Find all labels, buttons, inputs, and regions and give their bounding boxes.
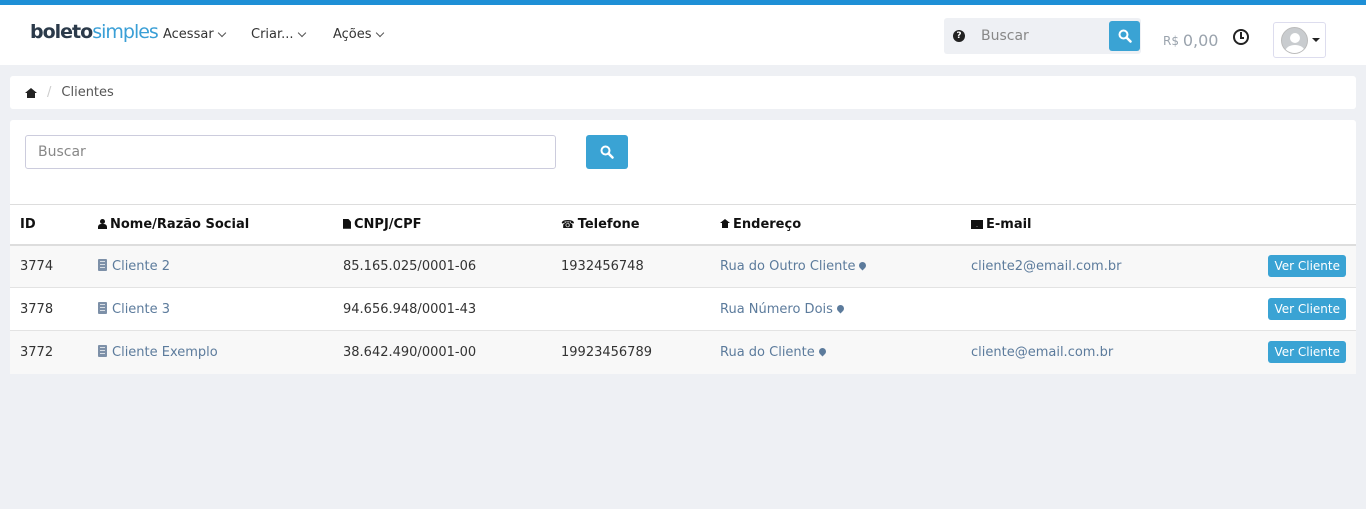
chevron-down-icon — [375, 28, 384, 37]
col-id[interactable]: ID — [10, 204, 88, 246]
cell-phone: 19923456789 — [561, 344, 652, 360]
avatar — [1281, 26, 1308, 54]
col-actions — [1211, 204, 1356, 246]
cell-id: 3774 — [10, 244, 88, 288]
cell-address[interactable]: Rua Número Dois — [710, 287, 961, 331]
menu-label: Criar... — [251, 27, 294, 42]
cell-actions: Ver Cliente — [1211, 287, 1356, 331]
document-icon — [343, 218, 351, 229]
breadcrumb: / Clientes — [10, 76, 1356, 109]
col-name[interactable]: Nome/Razão Social — [88, 204, 333, 246]
balance-amount: 0,00 — [1182, 31, 1219, 50]
chevron-down-icon — [217, 28, 226, 37]
nav-search: ? — [944, 18, 1141, 54]
cell-name[interactable]: Cliente 3 — [88, 287, 333, 331]
logo[interactable]: boletosimples — [30, 21, 159, 43]
cell-document: 38.642.490/0001-00 — [343, 344, 477, 360]
cell-address[interactable]: Rua do Outro Cliente — [710, 244, 961, 288]
menu-label: Ações — [333, 27, 372, 42]
clients-table: ID Nome/Razão Social CNPJ/CPF ☎ Telefone … — [10, 204, 1356, 374]
menu-acessar[interactable]: Acessar — [163, 27, 226, 42]
cell-actions: Ver Cliente — [1211, 244, 1356, 288]
address-link[interactable]: Rua do Cliente — [720, 345, 815, 360]
cell-phone: 1932456748 — [551, 244, 710, 288]
clients-panel: ID Nome/Razão Social CNPJ/CPF ☎Telefone … — [10, 120, 1356, 374]
cell-email[interactable]: cliente@email.com.br — [961, 331, 1211, 374]
menu-label: Acessar — [163, 27, 214, 42]
breadcrumb-current: Clientes — [61, 85, 114, 100]
table-header-row: ID Nome/Razão Social CNPJ/CPF ☎ Telefone … — [10, 204, 1356, 246]
cell-name[interactable]: Cliente 2 — [88, 244, 333, 288]
cell-name[interactable]: Cliente Exemplo — [88, 331, 333, 374]
breadcrumb-separator: / — [47, 85, 52, 100]
col-address[interactable]: Endereço — [710, 204, 961, 246]
menu-acoes[interactable]: Ações — [333, 27, 384, 42]
table-row: 3774 Cliente 2 85.165.025/0001-06 193245… — [10, 244, 1356, 288]
map-marker-icon — [858, 260, 868, 271]
client-link[interactable]: Cliente 3 — [112, 302, 170, 317]
view-client-button[interactable]: Ver Cliente — [1268, 341, 1346, 364]
user-icon — [98, 218, 107, 229]
home-icon — [720, 218, 730, 229]
col-document[interactable]: CNPJ/CPF — [333, 204, 551, 246]
balance-currency: R$ — [1163, 34, 1179, 48]
clock-icon[interactable] — [1233, 29, 1249, 45]
table-row: 3778 Cliente 3 94.656.948/0001-43 Rua Nú… — [10, 287, 1356, 331]
caret-down-icon — [1312, 38, 1320, 42]
nav-search-input[interactable] — [981, 28, 1101, 44]
map-marker-icon — [835, 303, 846, 313]
phone-icon: ☎ — [561, 217, 575, 231]
table-row: 3772 Cliente Exemplo 38.642.490/0001-00 … — [10, 330, 1356, 374]
view-client-button[interactable]: Ver Cliente — [1268, 298, 1346, 320]
chevron-down-icon — [297, 28, 306, 37]
help-icon[interactable]: ? — [953, 30, 965, 42]
cell-phone — [551, 287, 710, 331]
cell-email[interactable]: cliente2@email.com.br — [961, 244, 1211, 288]
cell-document: 85.165.025/0001-06 — [333, 244, 551, 288]
cell-id: 3778 — [10, 287, 88, 331]
client-link[interactable]: Cliente Exemplo — [112, 345, 218, 360]
clients-search-input[interactable] — [25, 135, 556, 169]
cell-email[interactable] — [961, 287, 1211, 331]
nav-search-button[interactable] — [1109, 21, 1140, 51]
search-icon — [600, 145, 614, 159]
account-balance[interactable]: R$ 0,00 — [1163, 30, 1219, 50]
client-link[interactable]: Cliente 2 — [112, 259, 170, 274]
search-icon — [1118, 29, 1132, 43]
building-icon — [98, 259, 107, 272]
col-phone[interactable]: ☎ Telefone — [551, 204, 710, 246]
address-link[interactable]: Rua Número Dois — [720, 302, 833, 317]
map-marker-icon — [817, 346, 828, 357]
col-email[interactable]: E-mail — [961, 204, 1211, 246]
home-icon[interactable] — [25, 87, 37, 98]
cell-document: 94.656.948/0001-43 — [333, 287, 551, 331]
building-icon — [98, 302, 107, 314]
user-menu-button[interactable] — [1273, 22, 1326, 58]
view-client-button[interactable]: Ver Cliente — [1268, 255, 1346, 278]
navbar: boletosimples Acessar Criar... Ações ? R… — [0, 5, 1366, 65]
cell-id: 3772 — [20, 344, 54, 360]
cell-address[interactable]: Rua do Cliente — [710, 331, 961, 374]
menu-criar[interactable]: Criar... — [251, 27, 306, 42]
building-icon — [98, 345, 107, 358]
clients-search-button[interactable] — [586, 135, 628, 169]
envelope-icon — [971, 219, 983, 229]
address-link[interactable]: Rua do Outro Cliente — [720, 259, 855, 274]
cell-actions: Ver Cliente — [1211, 331, 1356, 374]
